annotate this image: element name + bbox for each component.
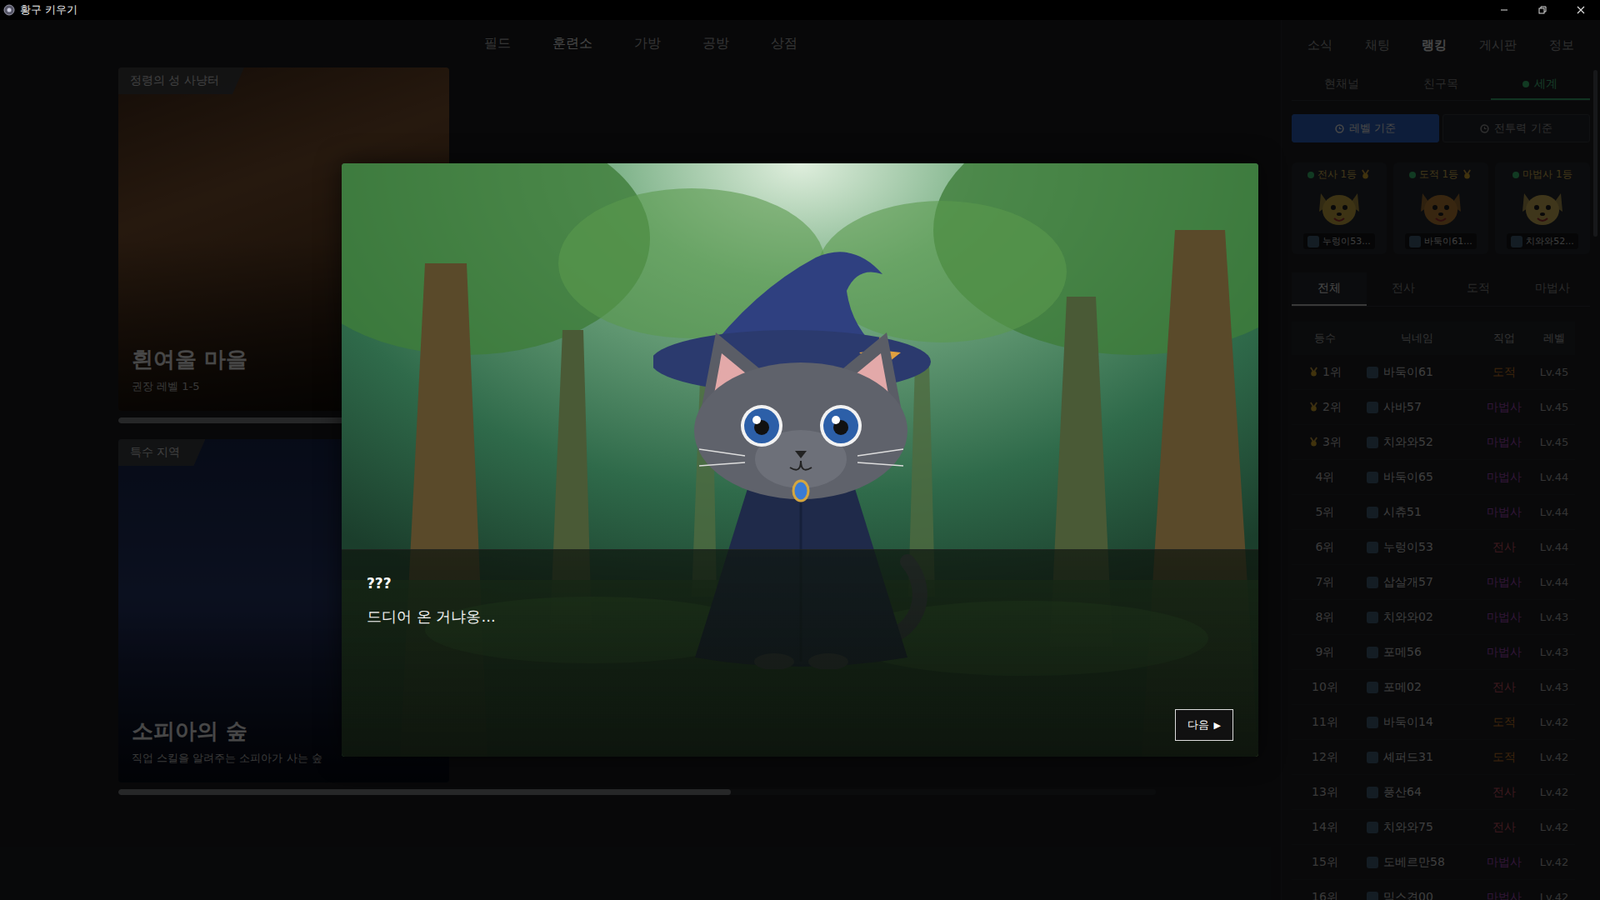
next-button[interactable]: 다음 ▶ xyxy=(1175,709,1234,741)
restore-icon xyxy=(1537,5,1548,15)
dialog-line: 드디어 온 거냐옹... xyxy=(366,606,1234,627)
minimize-button[interactable] xyxy=(1485,0,1524,20)
window-controls xyxy=(1485,0,1600,20)
maximize-button[interactable] xyxy=(1523,0,1562,20)
story-dialog: ??? 드디어 온 거냐옹... 다음 ▶ xyxy=(341,163,1259,757)
app-window: 황구 키우기 필드훈련소가방공방상점 흰여울 마을 권장 레벨 1-5 정령의 … xyxy=(0,0,1600,900)
dialog-textbox: ??? 드디어 온 거냐옹... 다음 ▶ xyxy=(341,549,1259,757)
modal-overlay: ??? 드디어 온 거냐옹... 다음 ▶ xyxy=(0,20,1600,900)
title-group: 황구 키우기 xyxy=(3,2,78,18)
speaker-name: ??? xyxy=(366,575,1234,592)
play-icon: ▶ xyxy=(1214,720,1221,731)
app-icon xyxy=(3,4,15,16)
close-icon xyxy=(1575,5,1586,15)
title-bar: 황구 키우기 xyxy=(0,0,1600,20)
window-title: 황구 키우기 xyxy=(20,2,78,18)
minimize-icon xyxy=(1499,5,1510,15)
close-button[interactable] xyxy=(1561,0,1600,20)
